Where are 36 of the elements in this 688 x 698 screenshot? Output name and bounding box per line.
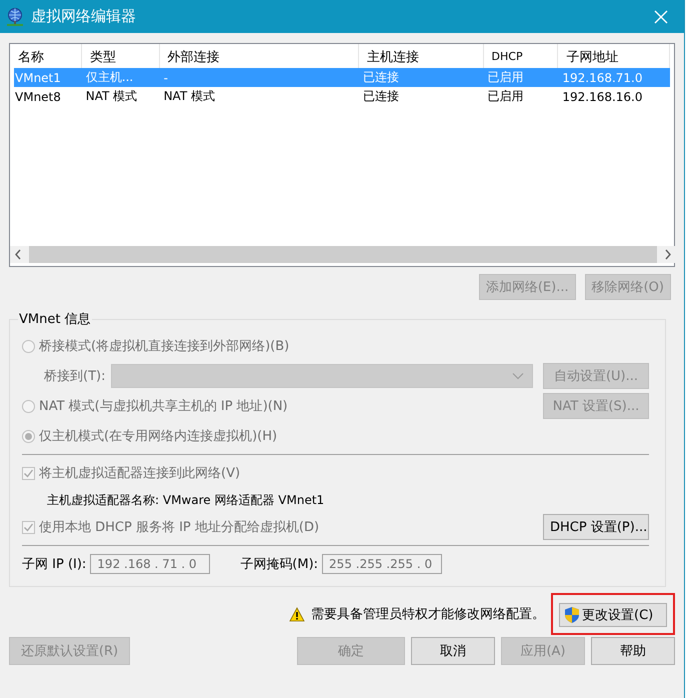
table-cell-text: NAT 模式 <box>84 88 138 105</box>
radio-label: 仅主机模式(在专用网络内连接虚拟机)(H) <box>39 428 278 445</box>
warning-icon <box>289 606 305 622</box>
chevron-down-icon <box>512 372 524 380</box>
table-cell-text: 已启用 <box>486 88 525 105</box>
adapter-name-text: 主机虚拟适配器名称: VMware 网络适配器 VMnet1 <box>47 492 324 508</box>
table-cell-text: VMnet1 <box>14 70 62 84</box>
table-cell-text: VMnet8 <box>14 90 62 104</box>
dhcp-settings-button[interactable]: DHCP 设置(P)... <box>543 514 649 540</box>
close-icon[interactable] <box>654 10 668 24</box>
table-cell-text: 已连接 <box>362 69 400 86</box>
subnet-ip-field[interactable]: 192 .168 . 71 . 0 <box>90 554 210 574</box>
table-cell-text: 192.168.71.0 <box>561 70 644 84</box>
checkbox-label: 将主机虚拟适配器连接到此网络(V) <box>39 465 240 482</box>
network-globe-icon <box>5 6 25 26</box>
field-label: 子网 IP (I): <box>22 556 86 573</box>
subnet-mask-field[interactable]: 255 .255 .255 . 0 <box>322 554 442 574</box>
radio-label: 桥接模式(将虚拟机直接连接到外部网络)(B) <box>39 338 290 355</box>
table-cell-text: 已启用 <box>486 69 525 86</box>
window-title: 虚拟网络编辑器 <box>31 7 137 26</box>
table-cell-text: 仅主机... <box>84 69 134 86</box>
dialog-button[interactable]: 取消 <box>411 637 495 665</box>
table-cell-text: 已连接 <box>362 88 400 105</box>
field-label: 桥接到(T): <box>44 368 106 385</box>
change-settings-button[interactable]: 更改设置(C) <box>559 603 667 627</box>
radio-label: NAT 模式(与虚拟机共享主机的 IP 地址)(N) <box>39 398 288 415</box>
table-cell-text: NAT 模式 <box>162 88 216 105</box>
table-row[interactable]: VMnet8 NAT 模式 NAT 模式 已连接 已启用 192.168.16.0 <box>14 87 670 106</box>
shield-icon <box>564 606 580 624</box>
field-label: 子网掩码(M): <box>240 556 318 573</box>
table-cell-text: 192.168.16.0 <box>561 90 644 104</box>
warning-text: 需要具备管理员特权才能修改网络配置。 <box>311 606 545 623</box>
checkbox-label: 使用本地 DHCP 服务将 IP 地址分配给虚拟机(D) <box>39 519 320 536</box>
group-title: VMnet 信息 <box>18 311 92 328</box>
table-cell-text: - <box>162 70 169 84</box>
dialog-button[interactable]: 帮助 <box>591 637 675 665</box>
